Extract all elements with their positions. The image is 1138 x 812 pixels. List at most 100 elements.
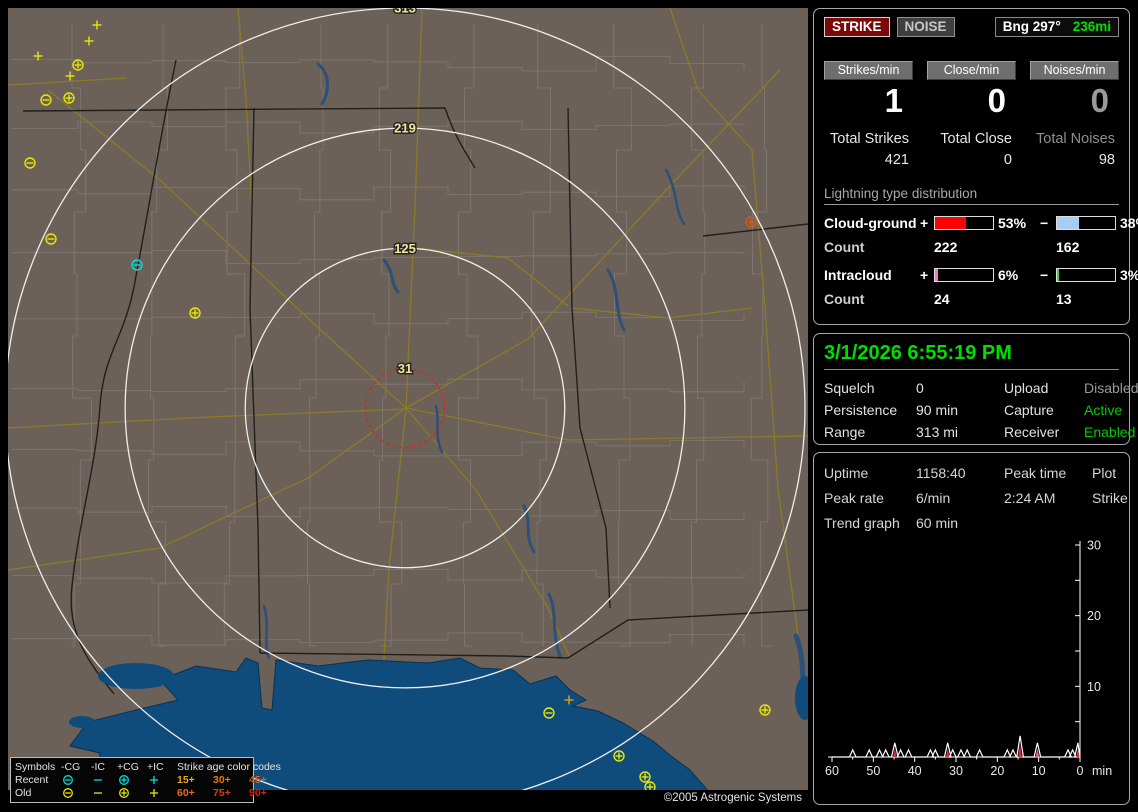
ic-positive-bar (934, 268, 994, 282)
age-code-15: 15+ (177, 773, 195, 786)
old-neg-cg-icon (61, 787, 75, 799)
ic-positive-count: 24 (934, 291, 950, 307)
distribution-title: Lightning type distribution (824, 186, 1119, 205)
svg-text:31: 31 (398, 361, 412, 376)
old-neg-ic-icon (91, 787, 105, 799)
cloud-ground-count-row: Count 222 162 (824, 239, 1119, 255)
svg-text:50: 50 (866, 764, 880, 778)
svg-text:125: 125 (394, 241, 416, 256)
nexstorm-window: 313 219 125 31 ©2005 Astrogenic Systems Sym… (0, 0, 1138, 812)
cg-negative-pct: 38% (1120, 215, 1138, 231)
bearing-range-value: 236mi (1072, 19, 1111, 34)
cg-positive-pct: 53% (998, 215, 1027, 231)
svg-text:20: 20 (990, 764, 1004, 778)
session-panel: Uptime 1158:40 Peak time Plot Peak rate … (813, 452, 1130, 805)
ic-positive-pct: 6% (998, 267, 1019, 283)
total-noises-label: Total Noises (1036, 131, 1115, 147)
intracloud-row: Intracloud + 6% − 3% (824, 267, 1138, 283)
status-panel: 3/1/2026 6:55:19 PM Squelch 0 Upload Dis… (813, 333, 1138, 445)
svg-text:min: min (1092, 764, 1112, 778)
upload-label: Upload (1004, 380, 1049, 396)
svg-text:10: 10 (1032, 764, 1046, 778)
svg-text:60: 60 (825, 764, 839, 778)
strike-toggle-button[interactable]: STRIKE (824, 17, 890, 37)
cg-negative-bar (1056, 216, 1116, 230)
uptime-label: Uptime (824, 465, 869, 481)
cg-negative-count: 162 (1056, 239, 1080, 255)
strikes-per-min-value: 1 (884, 82, 903, 119)
svg-text:30: 30 (1087, 539, 1101, 553)
recent-pos-cg-icon (117, 774, 131, 786)
age-code-75: 75+ (213, 786, 231, 799)
legend-col-neg-ic: -IC (91, 760, 105, 773)
svg-text:10: 10 (1087, 680, 1101, 694)
uptime-value: 1158:40 (916, 465, 966, 481)
minus-sign: − (1040, 267, 1049, 283)
recent-pos-ic-icon (147, 774, 161, 786)
legend-age-header: Strike age color codes (177, 760, 281, 773)
cg-count-label: Count (824, 239, 865, 255)
peak-rate-label: Peak rate (824, 490, 884, 506)
minus-sign: − (1040, 215, 1049, 231)
ic-count-label: Count (824, 291, 865, 307)
svg-text:219: 219 (394, 121, 416, 136)
receiver-label: Receiver (1004, 424, 1060, 440)
legend-row-old-label: Old (15, 786, 32, 799)
legend-col-pos-cg: +CG (117, 760, 139, 773)
recent-neg-ic-icon (91, 774, 105, 786)
persistence-label: Persistence (824, 402, 898, 418)
bearing-value: Bng 297° (1002, 19, 1061, 34)
svg-text:0: 0 (1077, 764, 1084, 778)
trend-graph-label: Trend graph (824, 515, 900, 531)
noises-per-min-button[interactable]: Noises/min (1030, 61, 1119, 80)
peak-time-value: 2:24 AM (1004, 490, 1056, 506)
plot-mode-value: Strike (1092, 490, 1128, 506)
old-pos-cg-icon (117, 787, 131, 799)
old-pos-ic-icon (147, 787, 161, 799)
map-legend: Symbols -CG -IC +CG +IC Strike age color… (10, 757, 281, 803)
range-label: Range (824, 424, 866, 440)
noise-toggle-button[interactable]: NOISE (896, 17, 955, 37)
cloud-ground-row: Cloud-ground + 53% − 38% (824, 215, 1138, 231)
total-strikes-value: 421 (884, 152, 909, 168)
map-canvas[interactable]: 313 219 125 31 (8, 8, 808, 791)
age-code-90: 90+ (249, 786, 267, 799)
legend-col-pos-ic: +IC (147, 760, 164, 773)
noises-per-min-value: 0 (1090, 82, 1109, 119)
legend-row-recent-label: Recent (15, 773, 49, 786)
legend-symbols-header: Symbols (15, 760, 56, 773)
lightning-map[interactable]: 313 219 125 31 (8, 8, 808, 791)
trend-graph-window: 60 min (916, 515, 959, 531)
legend-col-neg-cg: -CG (61, 760, 81, 773)
cg-positive-bar (934, 216, 994, 230)
current-datetime: 3/1/2026 6:55:19 PM (824, 342, 1119, 370)
intracloud-count-row: Count 24 13 (824, 291, 1119, 307)
total-close-label: Total Close (940, 131, 1012, 147)
capture-label: Capture (1004, 402, 1054, 418)
intracloud-label: Intracloud (824, 267, 892, 283)
squelch-value: 0 (916, 380, 924, 396)
ic-negative-pct: 3% (1120, 267, 1138, 283)
svg-text:30: 30 (949, 764, 963, 778)
age-code-45: 45+ (249, 773, 267, 786)
strikes-per-min-button[interactable]: Strikes/min (824, 61, 913, 80)
persistence-value: 90 min (916, 402, 959, 418)
plot-label: Plot (1092, 465, 1117, 481)
range-value: 313 mi (916, 424, 959, 440)
squelch-label: Squelch (824, 380, 875, 396)
plus-sign: + (920, 215, 929, 231)
svg-text:313: 313 (394, 8, 416, 16)
ic-negative-bar (1056, 268, 1116, 282)
close-per-min-button[interactable]: Close/min (927, 61, 1016, 80)
close-per-min-value: 0 (987, 82, 1006, 119)
total-close-value: 0 (1003, 152, 1012, 168)
plus-sign: + (920, 267, 929, 283)
peak-time-label: Peak time (1004, 465, 1067, 481)
upload-status: Disabled (1084, 380, 1138, 396)
ic-negative-count: 13 (1056, 291, 1072, 307)
svg-text:40: 40 (908, 764, 922, 778)
age-code-60: 60+ (177, 786, 195, 799)
cloud-ground-label: Cloud-ground (824, 215, 917, 231)
svg-text:20: 20 (1087, 609, 1101, 623)
bearing-display: Bng 297° 236mi (994, 17, 1119, 37)
